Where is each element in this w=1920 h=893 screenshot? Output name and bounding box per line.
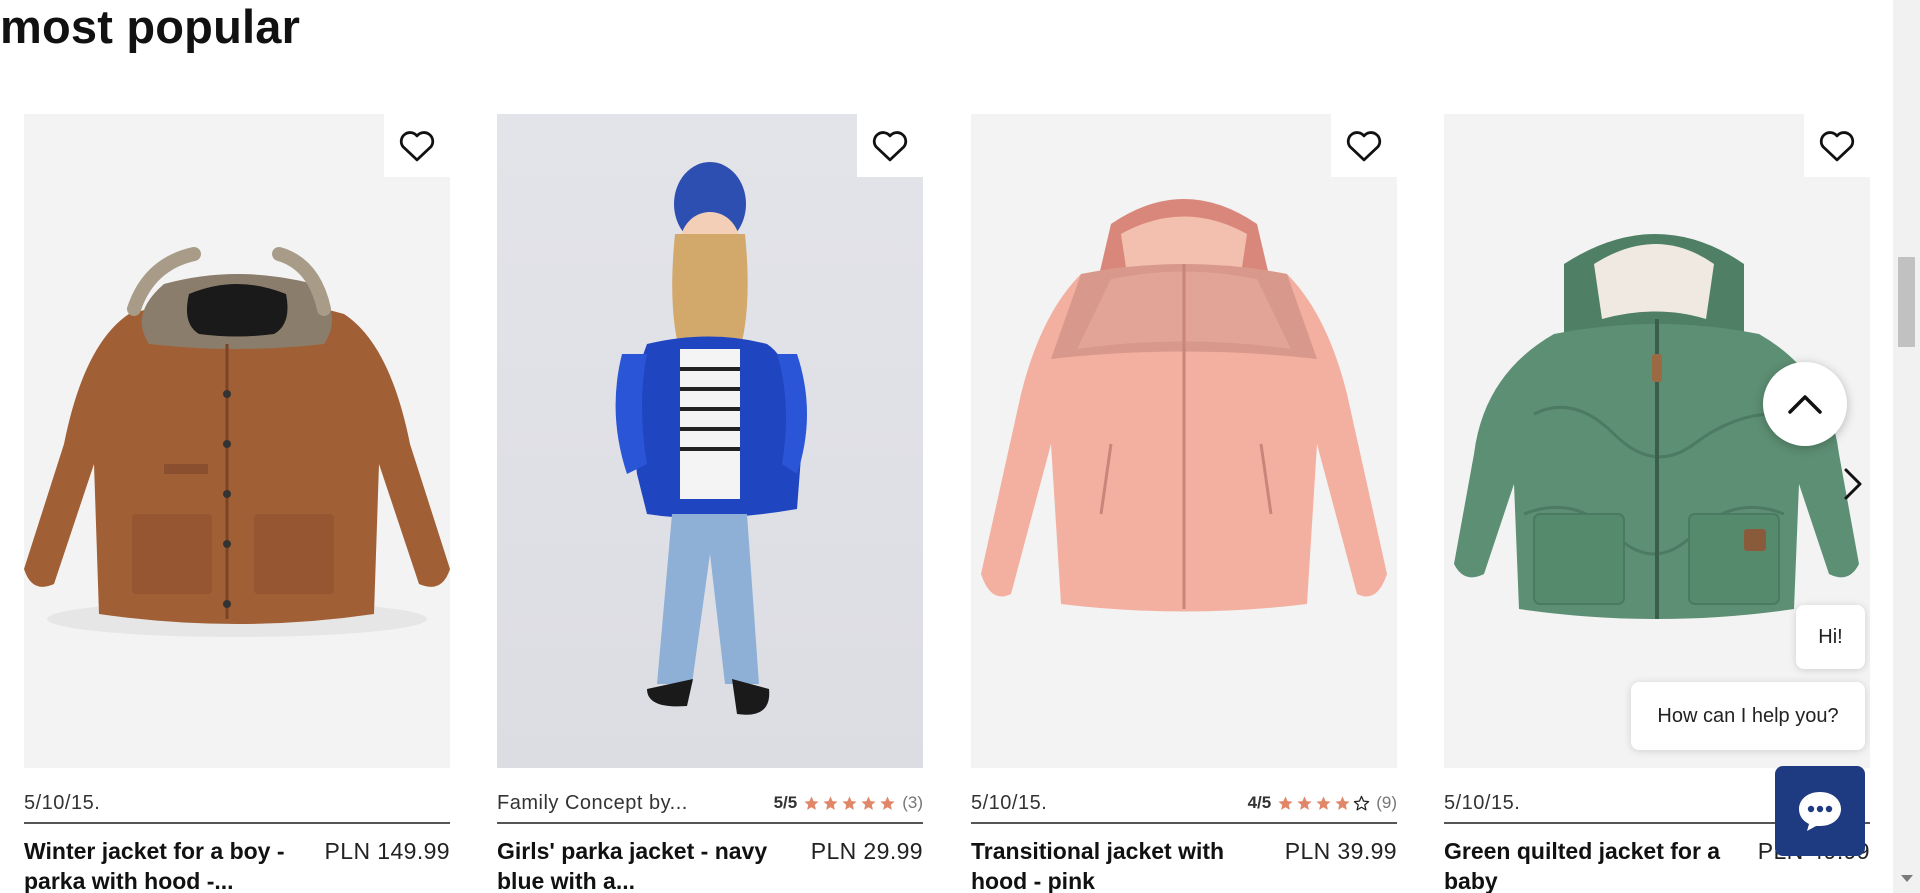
chat-greeting-bubble[interactable]: Hi! — [1796, 605, 1865, 669]
favorite-button[interactable] — [1804, 114, 1870, 177]
product-price: PLN 29.99 — [810, 838, 923, 864]
section-title: most popular — [0, 0, 301, 53]
star-filled-icon — [842, 795, 857, 810]
favorite-button[interactable] — [857, 114, 923, 177]
favorite-button[interactable] — [1331, 114, 1397, 177]
brown-parka-image — [24, 247, 450, 637]
rating-stars — [1277, 795, 1370, 812]
product-title-row: Girls' parka jacket - navy blue with a..… — [497, 836, 923, 893]
product-meta: Family Concept by... 5/5 (3) — [497, 784, 923, 824]
product-title-row: Winter jacket for a boy - parka with hoo… — [24, 836, 450, 893]
page-scrollbar[interactable] — [1893, 0, 1920, 893]
product-brand: 5/10/15. — [971, 791, 1048, 814]
product-meta: 5/10/15. 4/5 (9) — [971, 784, 1397, 824]
chat-prompt-bubble[interactable]: How can I help you? — [1631, 682, 1865, 750]
rating-score: 5/5 — [773, 793, 798, 812]
star-filled-icon — [1335, 795, 1350, 810]
chat-launcher-button[interactable] — [1775, 766, 1865, 856]
product-rating[interactable]: 5/5 (3) — [774, 793, 923, 813]
product-price: PLN 149.99 — [324, 838, 450, 864]
product-title[interactable]: Winter jacket for a boy - parka with hoo… — [24, 836, 304, 893]
rating-count: (9) — [1376, 793, 1397, 812]
product-image[interactable] — [24, 114, 450, 768]
star-filled-icon — [823, 795, 838, 810]
carousel-next-button[interactable] — [1838, 462, 1868, 506]
star-filled-icon — [1278, 795, 1293, 810]
rating-score: 4/5 — [1247, 793, 1272, 812]
product-card[interactable]: 5/10/15. Winter jacket for a boy - parka… — [24, 114, 450, 893]
heart-outline-icon — [399, 130, 435, 161]
star-filled-icon — [1297, 795, 1312, 810]
star-empty-icon — [1353, 795, 1370, 811]
product-image[interactable] — [497, 114, 923, 768]
heart-outline-icon — [872, 130, 908, 161]
product-rating[interactable]: 4/5 (9) — [1248, 793, 1397, 813]
product-title[interactable]: Transitional jacket with hood - pink — [971, 836, 1251, 893]
chevron-up-icon — [1788, 395, 1822, 414]
rating-count: (3) — [902, 793, 923, 812]
scrollbar-thumb[interactable] — [1898, 257, 1915, 347]
product-brand: 5/10/15. — [24, 791, 101, 814]
product-carousel: 5/10/15. Winter jacket for a boy - parka… — [24, 114, 1872, 893]
product-brand: Family Concept by... — [497, 791, 688, 814]
product-meta: 5/10/15. — [24, 784, 450, 824]
pink-jacket-image — [981, 199, 1387, 612]
product-title-row: Transitional jacket with hood - pink PLN… — [971, 836, 1397, 893]
product-card[interactable]: 5/10/15. 4/5 (9) Transitional jacket wit… — [971, 114, 1397, 893]
chevron-right-icon — [1844, 468, 1862, 500]
product-title[interactable]: Girls' parka jacket - navy blue with a..… — [497, 836, 777, 893]
heart-outline-icon — [1819, 130, 1855, 161]
product-image[interactable] — [971, 114, 1397, 768]
product-brand: 5/10/15. — [1444, 791, 1521, 814]
heart-outline-icon — [1346, 130, 1382, 161]
star-filled-icon — [1316, 795, 1331, 810]
scroll-to-top-button[interactable] — [1763, 362, 1847, 446]
rating-stars — [803, 795, 896, 812]
product-title[interactable]: Green quilted jacket for a baby — [1444, 836, 1724, 893]
star-filled-icon — [880, 795, 895, 810]
favorite-button[interactable] — [384, 114, 450, 177]
scrollbar-down-arrow[interactable] — [1901, 875, 1913, 882]
star-filled-icon — [861, 795, 876, 810]
girl-parka-image — [615, 162, 807, 715]
star-filled-icon — [804, 795, 819, 810]
product-price: PLN 39.99 — [1284, 838, 1397, 864]
product-card[interactable]: Family Concept by... 5/5 (3) Girls' park… — [497, 114, 923, 893]
page: most popular 5/10/15. Winter jacket for … — [0, 0, 1920, 893]
chat-bubble-icon — [1799, 792, 1841, 831]
